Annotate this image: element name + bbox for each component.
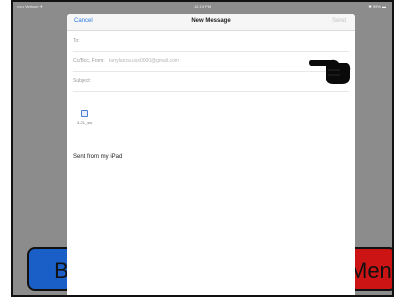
status-bar: ••••• Verizon ✈ 12:19 PM ✱ 99% ▬ [13,2,392,12]
send-button[interactable]: Send [332,18,346,24]
cc-from-field[interactable]: Cc/Bcc, From: larrylanza.oss0000@gmail.c… [73,52,349,72]
compose-title: New Message [191,18,231,24]
compose-sheet: Cancel New Message Send To: Cc/Bcc, From… [67,14,355,295]
status-time: 12:19 PM [193,4,212,9]
from-address: larrylanza.oss0000@gmail.com [109,58,179,64]
device-frame: ••••• Verizon ✈ 12:19 PM ✱ 99% ▬ Ba Menu… [11,0,394,297]
email-signature[interactable]: Sent from my iPad [73,154,122,160]
compose-navbar: Cancel New Message Send [67,14,355,31]
subject-label: Subject: [73,78,92,84]
to-field[interactable]: To: [73,32,349,52]
attachment[interactable]: 3-21_sw [77,110,93,125]
to-label: To: [73,38,80,44]
pointing-hand-icon [309,59,351,84]
attachment-file-icon [81,110,88,117]
attachment-name: 3-21_sw [77,120,93,125]
cc-from-label: Cc/Bcc, From: [73,58,105,64]
battery-indicator: ✱ 99% ▬ [368,4,386,9]
subject-field[interactable]: Subject: [73,72,349,92]
